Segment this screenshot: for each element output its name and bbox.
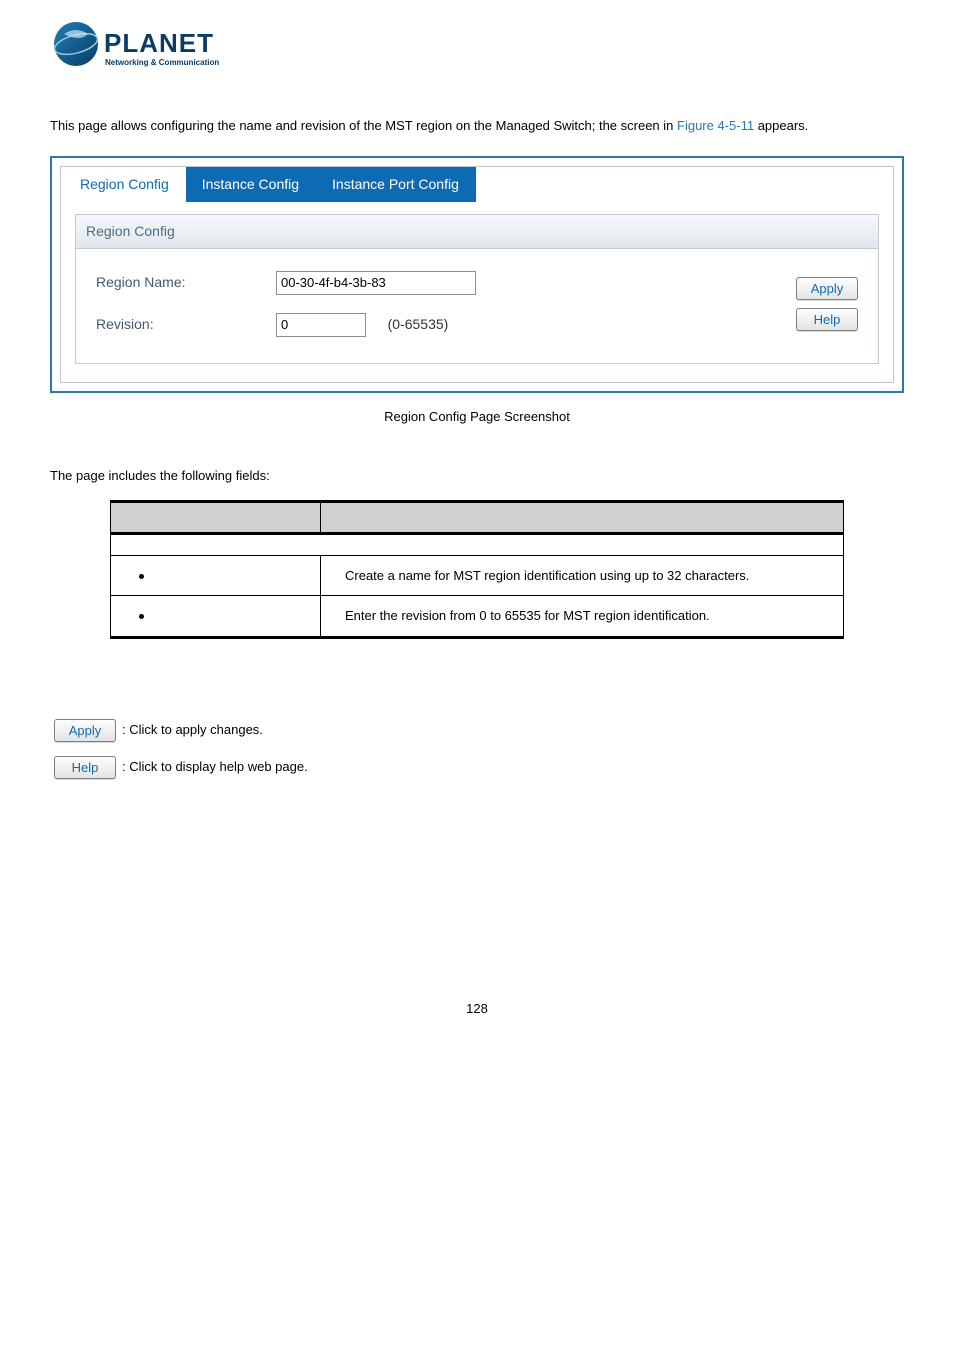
intro-paragraph: This page allows configuring the name an… bbox=[50, 116, 904, 136]
bullet-icon bbox=[139, 574, 144, 579]
logo-brand-text: PLANET bbox=[104, 28, 214, 58]
apply-explain-text: : Click to apply changes. bbox=[122, 720, 263, 740]
region-name-input[interactable] bbox=[276, 271, 476, 295]
fields-intro: The page includes the following fields: bbox=[50, 466, 904, 486]
brand-logo: PLANET Networking & Communication bbox=[50, 20, 904, 76]
revision-input[interactable] bbox=[276, 313, 366, 337]
row-desc: Enter the revision from 0 to 65535 for M… bbox=[321, 596, 844, 638]
tab-instance-port-config[interactable]: Instance Port Config bbox=[316, 167, 476, 202]
region-name-label: Region Name: bbox=[96, 272, 276, 293]
page-number: 128 bbox=[50, 999, 904, 1019]
tab-instance-config[interactable]: Instance Config bbox=[186, 167, 316, 202]
help-explain-line: Help : Click to display help web page. bbox=[54, 756, 904, 779]
apply-button-inline[interactable]: Apply bbox=[54, 719, 116, 742]
apply-explain-line: Apply : Click to apply changes. bbox=[54, 719, 904, 742]
screenshot-frame: Region Config Instance Config Instance P… bbox=[50, 156, 904, 393]
fields-table-header-desc bbox=[321, 501, 844, 533]
section-body: Region Name: Apply Help Revision: (0-655… bbox=[75, 248, 879, 364]
screenshot-panel: Region Config Instance Config Instance P… bbox=[60, 166, 894, 383]
figure-reference: Figure 4-5-11 bbox=[677, 118, 754, 133]
row-desc: Create a name for MST region identificat… bbox=[321, 555, 844, 596]
help-explain-text: : Click to display help web page. bbox=[122, 757, 308, 777]
revision-range-hint: (0-65535) bbox=[388, 316, 449, 332]
table-row: Enter the revision from 0 to 65535 for M… bbox=[111, 596, 844, 638]
fields-table: Create a name for MST region identificat… bbox=[110, 500, 844, 639]
planet-logo-icon: PLANET Networking & Communication bbox=[50, 20, 250, 76]
bullet-icon bbox=[139, 614, 144, 619]
section-header: Region Config bbox=[75, 214, 879, 248]
help-button-inline[interactable]: Help bbox=[54, 756, 116, 779]
intro-text: This page allows configuring the name an… bbox=[50, 118, 677, 133]
logo-tagline-text: Networking & Communication bbox=[105, 58, 219, 67]
help-button[interactable]: Help bbox=[796, 308, 858, 331]
table-row: Create a name for MST region identificat… bbox=[111, 555, 844, 596]
revision-label: Revision: bbox=[96, 314, 276, 335]
fields-table-header-object bbox=[111, 501, 321, 533]
row-bullet-cell bbox=[111, 596, 321, 638]
tab-region-config[interactable]: Region Config bbox=[64, 167, 186, 202]
apply-button[interactable]: Apply bbox=[796, 277, 858, 300]
intro-text-suffix: appears. bbox=[754, 118, 808, 133]
screenshot-caption: Region Config Page Screenshot bbox=[50, 407, 904, 427]
row-bullet-cell bbox=[111, 555, 321, 596]
tabs-row: Region Config Instance Config Instance P… bbox=[61, 167, 893, 202]
